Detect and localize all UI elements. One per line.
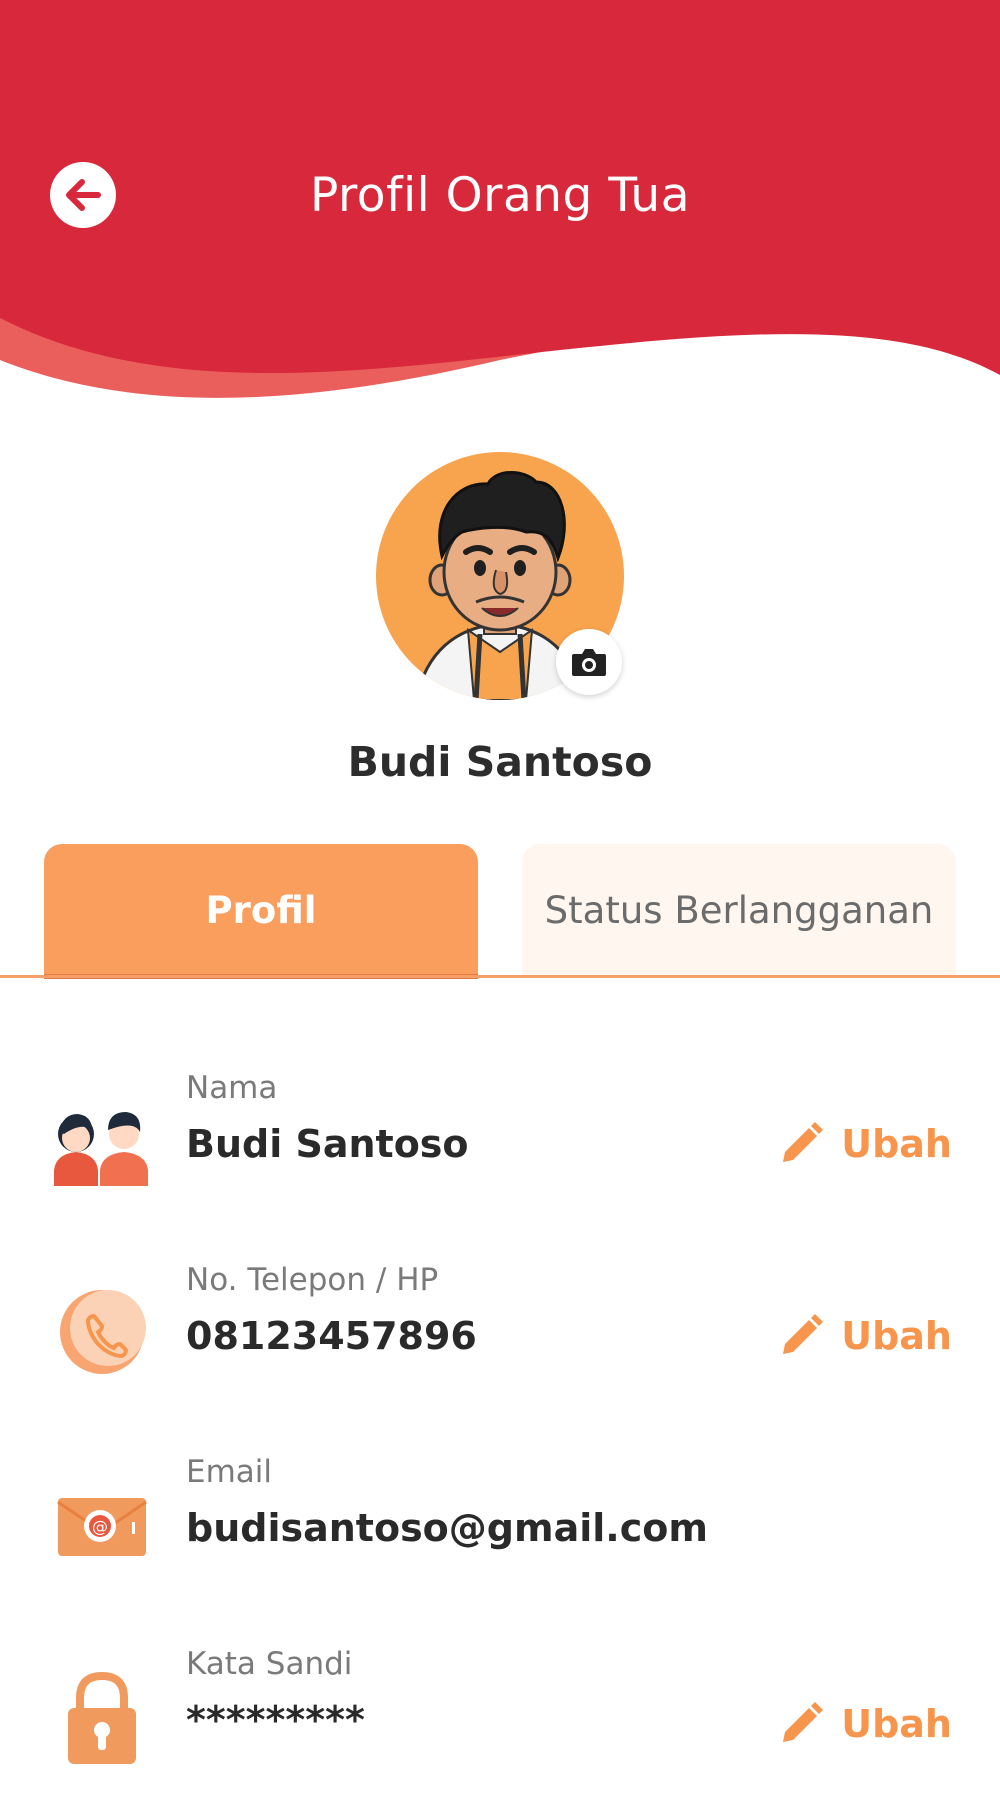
email-icon: @ [57,1498,147,1556]
avatar-container [376,452,624,700]
change-photo-button[interactable] [556,629,622,695]
svg-text:@: @ [92,1517,108,1536]
parents-icon [54,1112,148,1186]
user-name: Budi Santoso [347,738,653,786]
field-label: No. Telepon / HP [186,1262,439,1298]
field-value-phone: 08123457896 [186,1314,477,1358]
tab-profil[interactable]: Profil [44,844,478,979]
field-row-phone: No. Telepon / HP 08123457896 Ubah [0,1262,1000,1412]
page-title: Profil Orang Tua [309,167,690,223]
pencil-icon [783,1702,824,1742]
phone-icon [60,1290,146,1374]
edit-label: Ubah [841,1122,952,1166]
edit-nama-button[interactable]: Ubah [779,1122,952,1166]
field-row-password: Kata Sandi ********* Ubah [0,1646,1000,1796]
edit-label: Ubah [841,1314,952,1358]
field-label: Kata Sandi [186,1646,353,1682]
tab-divider [0,975,1000,978]
camera-icon [572,649,606,676]
edit-label: Ubah [841,1702,952,1746]
field-value-email: budisantoso@gmail.com [186,1506,708,1550]
field-label: Email [186,1454,273,1490]
field-row-email: @ Email budisantoso@gmail.com [0,1454,1000,1604]
tab-status-berlangganan[interactable]: Status Berlangganan [522,844,956,976]
pencil-icon [783,1314,824,1354]
header: Profil Orang Tua [0,0,1000,420]
pencil-icon [783,1122,824,1162]
field-value-nama: Budi Santoso [186,1122,469,1166]
edit-password-button[interactable]: Ubah [779,1702,952,1746]
field-label: Nama [186,1070,278,1106]
field-value-password: ********* [186,1698,365,1742]
tab-bar: Profil Status Berlangganan [0,844,1000,979]
edit-phone-button[interactable]: Ubah [779,1314,952,1358]
field-row-nama: Nama Budi Santoso Ubah [0,1070,1000,1220]
lock-icon [68,1671,136,1764]
